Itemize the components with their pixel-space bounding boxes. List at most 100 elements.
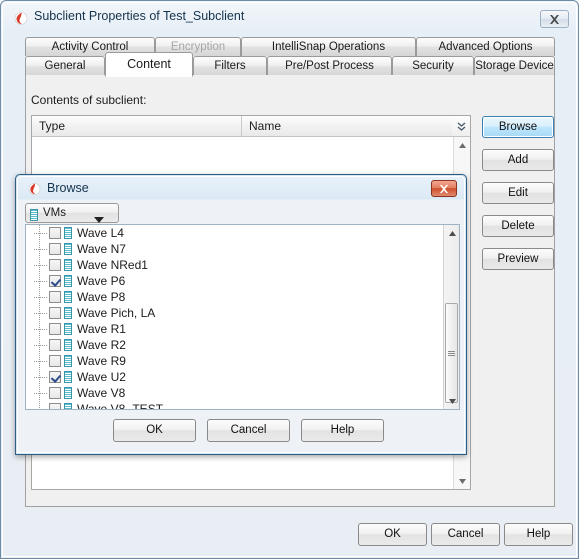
tree-connector-icon — [34, 344, 48, 346]
vm-stack-icon — [64, 339, 72, 351]
vm-stack-icon — [64, 275, 72, 287]
tree-connector-icon — [34, 376, 48, 378]
vms-dropdown[interactable]: VMs — [25, 203, 119, 223]
tree-item[interactable]: Wave P6 — [26, 273, 459, 289]
tree-item-checkbox[interactable] — [49, 323, 61, 335]
tree-item[interactable]: Wave U2 — [26, 369, 459, 385]
tree-item-checkbox[interactable] — [49, 291, 61, 303]
window-title: Subclient Properties of Test_Subclient — [34, 9, 245, 23]
tree-item[interactable]: Wave V8 — [26, 385, 459, 401]
contents-of-subclient-label: Contents of subclient: — [31, 93, 147, 107]
tree-connector-icon — [34, 248, 48, 250]
commvault-flame-icon — [28, 182, 41, 195]
close-icon[interactable] — [540, 10, 569, 28]
vm-stack-icon — [30, 207, 38, 221]
tree-item-label: Wave V8- TEST — [77, 402, 164, 410]
scroll-up-icon[interactable] — [444, 225, 459, 241]
tab-intellisnap-operations[interactable]: IntelliSnap Operations — [241, 37, 416, 56]
vms-dropdown-value: VMs — [43, 207, 66, 219]
dialog-cancel-button[interactable]: Cancel — [431, 523, 500, 546]
tree-item-checkbox[interactable] — [49, 259, 61, 271]
tree-item-checkbox[interactable] — [49, 355, 61, 367]
column-header-name[interactable]: Name — [242, 116, 453, 136]
tree-item-checkbox[interactable] — [49, 403, 61, 409]
browse-dialog-title: Browse — [47, 181, 89, 195]
tree-item-checkbox[interactable] — [49, 371, 61, 383]
add-button[interactable]: Add — [482, 149, 554, 171]
vm-stack-icon — [64, 291, 72, 303]
tree-item-label: Wave N7 — [77, 242, 126, 256]
tree-item-label: Wave V8 — [77, 386, 126, 400]
tree-connector-icon — [34, 360, 48, 362]
tree-item[interactable]: Wave P8 — [26, 289, 459, 305]
tab-storage-device[interactable]: Storage Device — [474, 56, 555, 76]
vm-stack-icon — [64, 355, 72, 367]
tree-item-checkbox[interactable] — [49, 339, 61, 351]
vm-stack-icon — [64, 227, 72, 239]
delete-button[interactable]: Delete — [482, 215, 554, 237]
tree-item[interactable]: Wave Pich, LA — [26, 305, 459, 321]
tree-connector-icon — [34, 392, 48, 394]
tree-item-checkbox[interactable] — [49, 275, 61, 287]
browse-toolbar: VMs — [25, 202, 460, 224]
browse-help-button[interactable]: Help — [301, 419, 384, 442]
tree-item-label: Wave R9 — [77, 354, 126, 368]
commvault-flame-icon — [14, 11, 28, 25]
edit-button[interactable]: Edit — [482, 182, 554, 204]
tab-pre-post-process[interactable]: Pre/Post Process — [267, 56, 392, 76]
browse-dialog-frame: Browse VMs Wave L4 Wave N7 Wave NRed1 Wa… — [17, 176, 465, 453]
scroll-down-icon[interactable] — [444, 393, 459, 409]
window-titlebar[interactable]: Subclient Properties of Test_Subclient — [3, 3, 578, 33]
tree-item[interactable]: Wave R2 — [26, 337, 459, 353]
tab-content[interactable]: Content — [105, 52, 193, 77]
browse-cancel-button[interactable]: Cancel — [207, 419, 290, 442]
dialog-help-button[interactable]: Help — [504, 523, 573, 546]
tree-item[interactable]: Wave L4 — [26, 225, 459, 241]
vm-stack-icon — [64, 371, 72, 383]
vm-stack-icon — [64, 259, 72, 271]
preview-button[interactable]: Preview — [482, 248, 554, 270]
tree-item[interactable]: Wave N7 — [26, 241, 459, 257]
browse-ok-button[interactable]: OK — [113, 419, 196, 442]
browse-close-icon[interactable] — [431, 180, 457, 197]
vm-stack-icon — [64, 403, 72, 409]
tree-item-checkbox[interactable] — [49, 387, 61, 399]
browse-titlebar[interactable]: Browse — [18, 177, 464, 201]
vm-tree-list[interactable]: Wave L4 Wave N7 Wave NRed1 Wave P6 Wave P8 Wa… — [25, 224, 460, 410]
tab-security[interactable]: Security — [392, 56, 474, 76]
tree-item-checkbox[interactable] — [49, 307, 61, 319]
scrollbar-thumb[interactable] — [445, 303, 458, 403]
dialog-ok-button[interactable]: OK — [358, 523, 427, 546]
tree-item-checkbox[interactable] — [49, 243, 61, 255]
tree-item-label: Wave U2 — [77, 370, 126, 384]
tree-item[interactable]: Wave NRed1 — [26, 257, 459, 273]
tree-item[interactable]: Wave R9 — [26, 353, 459, 369]
tree-connector-icon — [34, 408, 48, 409]
tree-item-label: Wave P8 — [77, 290, 126, 304]
vm-list-scrollbar[interactable] — [443, 225, 459, 409]
tree-connector-icon — [34, 312, 48, 314]
tree-item-label: Wave R1 — [77, 322, 126, 336]
subclient-properties-window: Subclient Properties of Test_Subclient A… — [0, 0, 579, 559]
tree-item[interactable]: Wave R1 — [26, 321, 459, 337]
vm-stack-icon — [64, 387, 72, 399]
tab-filters[interactable]: Filters — [193, 56, 267, 76]
tree-connector-icon — [34, 264, 48, 266]
scroll-down-icon[interactable] — [454, 473, 470, 489]
tree-connector-icon — [34, 296, 48, 298]
tree-item-label: Wave P6 — [77, 274, 126, 288]
tree-item[interactable]: Wave V8- TEST — [26, 401, 459, 410]
browse-button[interactable]: Browse — [482, 116, 554, 138]
column-header-type[interactable]: Type — [32, 116, 242, 136]
tab-general[interactable]: General — [25, 56, 105, 76]
scrollbar-grip-icon — [448, 350, 455, 356]
tab-strip: Activity Control Encryption IntelliSnap … — [25, 37, 555, 77]
tree-rows-container: Wave L4 Wave N7 Wave NRed1 Wave P6 Wave P8 Wa… — [26, 225, 459, 410]
tree-item-checkbox[interactable] — [49, 227, 61, 239]
tab-advanced-options[interactable]: Advanced Options — [416, 37, 555, 56]
table-header-row: Type Name — [32, 116, 470, 137]
vm-stack-icon — [64, 243, 72, 255]
window-bottom-strip — [3, 548, 576, 556]
scroll-up-icon[interactable] — [454, 137, 470, 153]
column-chooser-icon[interactable] — [452, 116, 470, 136]
